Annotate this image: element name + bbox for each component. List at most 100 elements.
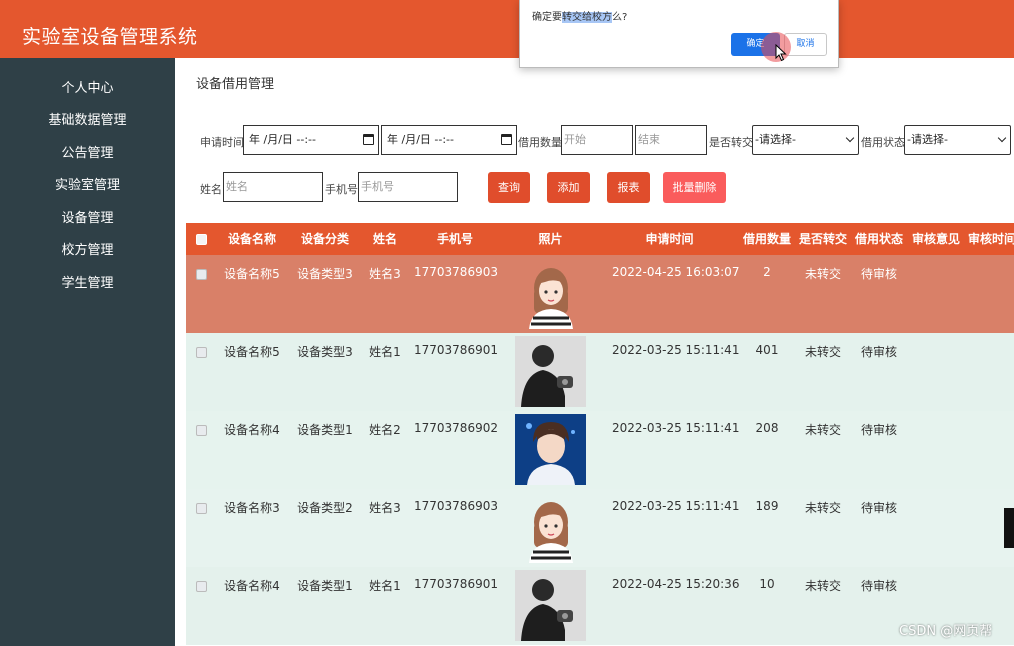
transfer-label: 是否转交 — [709, 136, 753, 149]
cell-category: 设备类型1 — [297, 579, 353, 593]
sidebar-item-labs[interactable]: 实验室管理 — [0, 170, 175, 202]
cell-transfer: 未转交 — [804, 579, 841, 593]
cell-quantity: 401 — [755, 343, 779, 357]
cell-category: 设备类型3 — [297, 267, 353, 281]
photo-man-silhouette — [515, 570, 586, 641]
query-button[interactable]: 查询 — [488, 172, 530, 203]
cell-quantity: 2 — [763, 265, 771, 279]
cell-name: 姓名1 — [369, 345, 401, 359]
confirm-dialog: 确定要转交给校方么? 确定 取消 — [519, 0, 839, 68]
page-title: 设备借用管理 — [196, 77, 275, 92]
row-checkbox[interactable] — [196, 581, 207, 592]
date-end-input[interactable]: 年 /月/日 --:-- — [381, 125, 517, 155]
table-row[interactable]: 设备名称5 设备类型3 姓名1 17703786901 2022-03-25 1… — [186, 333, 1014, 411]
cell-name: 姓名3 — [369, 501, 401, 515]
dialog-message-selected: 转交给校方 — [562, 12, 612, 23]
status-select[interactable]: -请选择- — [904, 125, 1011, 155]
cell-phone: 17703786902 — [414, 421, 498, 435]
column-header: 审核意见 — [911, 232, 960, 246]
top-bar: 实验室设备管理系统 — [0, 0, 1014, 58]
select-all-checkbox[interactable] — [196, 234, 207, 245]
cell-transfer: 未转交 — [804, 267, 841, 281]
date-start-input[interactable]: 年 /月/日 --:-- — [243, 125, 379, 155]
cell-status: 待审核 — [860, 579, 897, 593]
cell-apply-time: 2022-03-25 15:11:41 — [612, 343, 740, 357]
cell-apply-time: 2022-03-25 15:11:41 — [612, 499, 740, 513]
cell-name: 姓名3 — [369, 267, 401, 281]
table-row[interactable]: 设备名称5 设备类型3 姓名3 17703786903 2022-04-25 1… — [186, 255, 1014, 333]
column-header: 是否转交 — [798, 232, 847, 246]
cell-status: 待审核 — [860, 423, 897, 437]
status-select-value: -请选择- — [907, 133, 948, 146]
quantity-end-input[interactable]: 结束 — [635, 125, 707, 155]
cell-device: 设备名称4 — [224, 579, 280, 593]
cell-device: 设备名称4 — [224, 423, 280, 437]
add-button[interactable]: 添加 — [547, 172, 590, 203]
cell-apply-time: 2022-03-25 15:11:41 — [612, 421, 740, 435]
date-end-value: 年 /月/日 --:-- — [387, 133, 454, 146]
cell-transfer: 未转交 — [804, 345, 841, 359]
column-header: 借用数量 — [742, 232, 791, 246]
photo-man-silhouette — [515, 336, 586, 407]
row-checkbox[interactable] — [196, 269, 207, 280]
column-header: 照片 — [538, 232, 563, 246]
cell-quantity: 189 — [755, 499, 779, 513]
row-checkbox[interactable] — [196, 425, 207, 436]
dialog-message: 确定要转交给校方么? — [532, 8, 627, 23]
photo-cartoon-girl — [515, 258, 586, 329]
row-checkbox[interactable] — [196, 503, 207, 514]
table-row[interactable]: 设备名称3 设备类型2 姓名3 17703786903 2022-03-25 1… — [186, 489, 1014, 567]
sidebar-item-school[interactable]: 校方管理 — [0, 235, 175, 267]
row-checkbox[interactable] — [196, 347, 207, 358]
cell-quantity: 10 — [759, 577, 775, 591]
sidebar-item-basic-data[interactable]: 基础数据管理 — [0, 105, 175, 137]
column-header: 设备分类 — [300, 232, 349, 246]
cell-category: 设备类型3 — [297, 345, 353, 359]
sidebar: 个人中心 基础数据管理 公告管理 实验室管理 设备管理 校方管理 学生管理 — [0, 58, 175, 646]
cell-device: 设备名称3 — [224, 501, 280, 515]
status-label: 借用状态 — [861, 136, 905, 149]
cell-apply-time: 2022-04-25 16:03:07 — [612, 265, 740, 279]
apply-time-label: 申请时间 — [200, 136, 244, 149]
photo-cartoon-girl — [515, 492, 586, 563]
sidebar-item-students[interactable]: 学生管理 — [0, 268, 175, 300]
column-header: 借用状态 — [854, 232, 903, 246]
chevron-down-icon — [845, 133, 855, 143]
sidebar-item-equipment[interactable]: 设备管理 — [0, 203, 175, 235]
sidebar-item-announcements[interactable]: 公告管理 — [0, 138, 175, 170]
dialog-message-suffix: 么? — [612, 12, 628, 23]
cell-status: 待审核 — [860, 501, 897, 515]
table-header: 设备名称 设备分类 姓名 手机号 照片 申请时间 借用数量 是否转交 借用状态 … — [186, 223, 1014, 255]
cell-device: 设备名称5 — [224, 345, 280, 359]
cell-phone: 17703786903 — [414, 265, 498, 279]
cell-phone: 17703786903 — [414, 499, 498, 513]
name-input[interactable]: 姓名 — [223, 172, 323, 202]
cell-category: 设备类型1 — [297, 423, 353, 437]
dialog-message-prefix: 确定要 — [532, 12, 562, 23]
cell-status: 待审核 — [860, 267, 897, 281]
mouse-cursor-icon — [775, 43, 787, 65]
cell-phone: 17703786901 — [414, 577, 498, 591]
app-title: 实验室设备管理系统 — [22, 26, 198, 48]
batch-delete-button[interactable]: 批量删除 — [663, 172, 726, 203]
cell-phone: 17703786901 — [414, 343, 498, 357]
cell-apply-time: 2022-04-25 15:20:36 — [612, 577, 740, 591]
name-label: 姓名 — [200, 183, 222, 196]
chevron-down-icon — [997, 133, 1007, 143]
quantity-start-input[interactable]: 开始 — [561, 125, 633, 155]
cell-name: 姓名1 — [369, 579, 401, 593]
cell-transfer: 未转交 — [804, 501, 841, 515]
sidebar-item-personal-center[interactable]: 个人中心 — [0, 73, 175, 105]
cell-quantity: 208 — [755, 421, 779, 435]
calendar-icon — [501, 134, 512, 145]
column-header: 设备名称 — [227, 232, 276, 246]
photo-young-man — [515, 414, 586, 485]
phone-input[interactable]: 手机号 — [358, 172, 458, 202]
transfer-select[interactable]: -请选择- — [752, 125, 859, 155]
report-button[interactable]: 报表 — [607, 172, 650, 203]
table-row[interactable]: 设备名称4 设备类型1 姓名1 17703786901 2022-04-25 1… — [186, 567, 1014, 645]
calendar-icon — [363, 134, 374, 145]
column-header: 申请时间 — [645, 232, 694, 246]
cell-device: 设备名称5 — [224, 267, 280, 281]
table-row[interactable]: 设备名称4 设备类型1 姓名2 17703786902 2022-03-25 1… — [186, 411, 1014, 489]
